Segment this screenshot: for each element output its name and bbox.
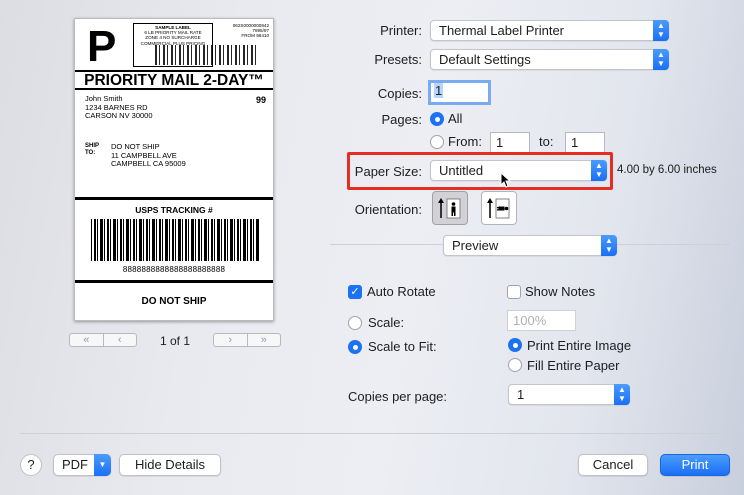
paper-size-value: Untitled	[439, 163, 484, 178]
stamp-number: FROM 96410	[241, 33, 269, 39]
orientation-portrait-button[interactable]	[432, 191, 468, 225]
cancel-label: Cancel	[592, 457, 634, 472]
pdf-menu-button[interactable]: PDF ▼	[53, 454, 111, 476]
scale-radio[interactable]	[348, 316, 362, 330]
mouse-pointer-icon	[500, 172, 512, 188]
paper-size-label: Paper Size:	[354, 164, 422, 179]
show-notes-checkbox[interactable]	[507, 285, 521, 299]
orientation-landscape-button[interactable]	[481, 191, 517, 225]
scale-value: 100%	[513, 313, 547, 328]
first-page-button[interactable]: «	[70, 334, 103, 346]
fill-entire-paper-radio[interactable]	[508, 358, 522, 372]
pages-all-label: All	[448, 111, 463, 126]
copies-per-page-value: 1	[517, 387, 525, 402]
page-nav-back-group: « ‹	[69, 333, 137, 347]
postage-2d-barcode	[155, 45, 259, 65]
footer-separator	[20, 433, 730, 434]
presets-value: Default Settings	[439, 52, 531, 67]
chevron-updown-icon: ▲ ▼	[591, 160, 607, 181]
print-entire-image-label: Print Entire Image	[527, 338, 632, 353]
chevron-updown-icon: ▲ ▼	[601, 235, 617, 256]
pages-all-radio[interactable]	[430, 112, 444, 126]
print-button[interactable]: Print	[660, 454, 730, 476]
priority-p-letter: P	[87, 22, 117, 71]
recipient-address: DO NOT SHIP 11 CAMPBELL AVE CAMPBELL CA …	[111, 142, 186, 169]
last-page-button[interactable]: »	[246, 334, 281, 346]
copies-field[interactable]: 1	[428, 80, 491, 105]
page-nav-forward-group: › »	[213, 333, 281, 347]
pages-to-value: 1	[571, 135, 579, 150]
label-footer-text: DO NOT SHIP	[141, 296, 207, 307]
service-title: PRIORITY MAIL 2-DAY™	[75, 70, 273, 90]
auto-rotate-label: Auto Rotate	[367, 284, 436, 299]
scale-to-fit-radio[interactable]	[348, 340, 362, 354]
next-page-button[interactable]: ›	[214, 334, 247, 346]
chevron-updown-icon: ▲ ▼	[653, 49, 669, 70]
tracking-number: 8888888888888888888888	[122, 265, 226, 274]
help-icon: ?	[27, 457, 35, 472]
scale-to-fit-label: Scale to Fit:	[368, 339, 437, 354]
show-notes-label: Show Notes	[525, 284, 596, 299]
orientation-label: Orientation:	[354, 202, 422, 217]
pages-label: Pages:	[381, 112, 422, 127]
print-label: Print	[681, 457, 709, 472]
chevron-down-icon: ▼	[94, 454, 111, 476]
tracking-title: USPS TRACKING #	[135, 205, 213, 215]
scale-field[interactable]: 100%	[507, 310, 576, 331]
presets-popup[interactable]: Default Settings ▲ ▼	[430, 49, 669, 70]
section-popup[interactable]: Preview ▲ ▼	[443, 235, 617, 256]
hide-details-button[interactable]: Hide Details	[119, 454, 221, 476]
auto-rotate-checkbox[interactable]: ✓	[348, 285, 362, 299]
paper-size-dimensions: 4.00 by 6.00 inches	[617, 164, 717, 176]
landscape-icon	[487, 198, 510, 219]
sender-code: 99	[256, 95, 267, 105]
ship-to-line: SHIP	[85, 143, 100, 149]
pages-to-field[interactable]: 1	[565, 132, 605, 153]
stamp-line: ZONE 4 NO SURCHARGE	[145, 35, 201, 41]
portrait-icon	[438, 198, 461, 219]
recipient-city: CAMPBELL CA 95009	[111, 159, 186, 168]
chevron-updown-icon: ▲ ▼	[614, 384, 630, 405]
print-preview-page: P SAMPLE LABEL 6 LB PRIORITY MAIL RATE Z…	[74, 18, 274, 321]
copies-per-page-label: Copies per page:	[348, 389, 448, 404]
help-button[interactable]: ?	[20, 454, 42, 476]
sender-city: CARSON NV 30000	[85, 111, 153, 120]
cancel-button[interactable]: Cancel	[578, 454, 648, 476]
pages-from-label: From:	[448, 134, 482, 149]
pdf-label: PDF	[62, 457, 88, 472]
scale-label: Scale:	[368, 315, 405, 330]
fill-entire-paper-label: Fill Entire Paper	[527, 358, 620, 373]
tracking-barcode	[91, 219, 259, 261]
pages-from-value: 1	[496, 135, 504, 150]
section-value: Preview	[452, 238, 499, 253]
stamp-numbers: 062S0000000842 7895/97 FROM 96410	[225, 23, 269, 39]
presets-label: Presets:	[374, 52, 422, 67]
pages-to-label: to:	[539, 134, 554, 149]
printer-value: Thermal Label Printer	[439, 23, 564, 38]
printer-popup[interactable]: Thermal Label Printer ▲ ▼	[430, 20, 669, 41]
ship-to-line: TO:	[85, 150, 96, 156]
page-indicator: 1 of 1	[159, 334, 191, 348]
ship-to-label: SHIP TO:	[85, 143, 99, 157]
hide-details-label: Hide Details	[134, 457, 206, 472]
copies-value: 1	[434, 83, 444, 98]
copies-per-page-popup[interactable]: 1 ▲ ▼	[508, 384, 630, 405]
previous-page-button[interactable]: ‹	[102, 334, 137, 346]
pages-from-field[interactable]: 1	[490, 132, 530, 153]
copies-label: Copies:	[377, 86, 422, 101]
chevron-updown-icon: ▲ ▼	[653, 20, 669, 41]
sender-address: John Smith 1234 BARNES RD CARSON NV 3000…	[85, 94, 153, 121]
print-entire-image-radio[interactable]	[508, 338, 522, 352]
paper-size-popup[interactable]: Untitled ▲ ▼	[430, 160, 607, 181]
pages-range-radio[interactable]	[430, 135, 444, 149]
printer-label: Printer:	[380, 23, 422, 38]
